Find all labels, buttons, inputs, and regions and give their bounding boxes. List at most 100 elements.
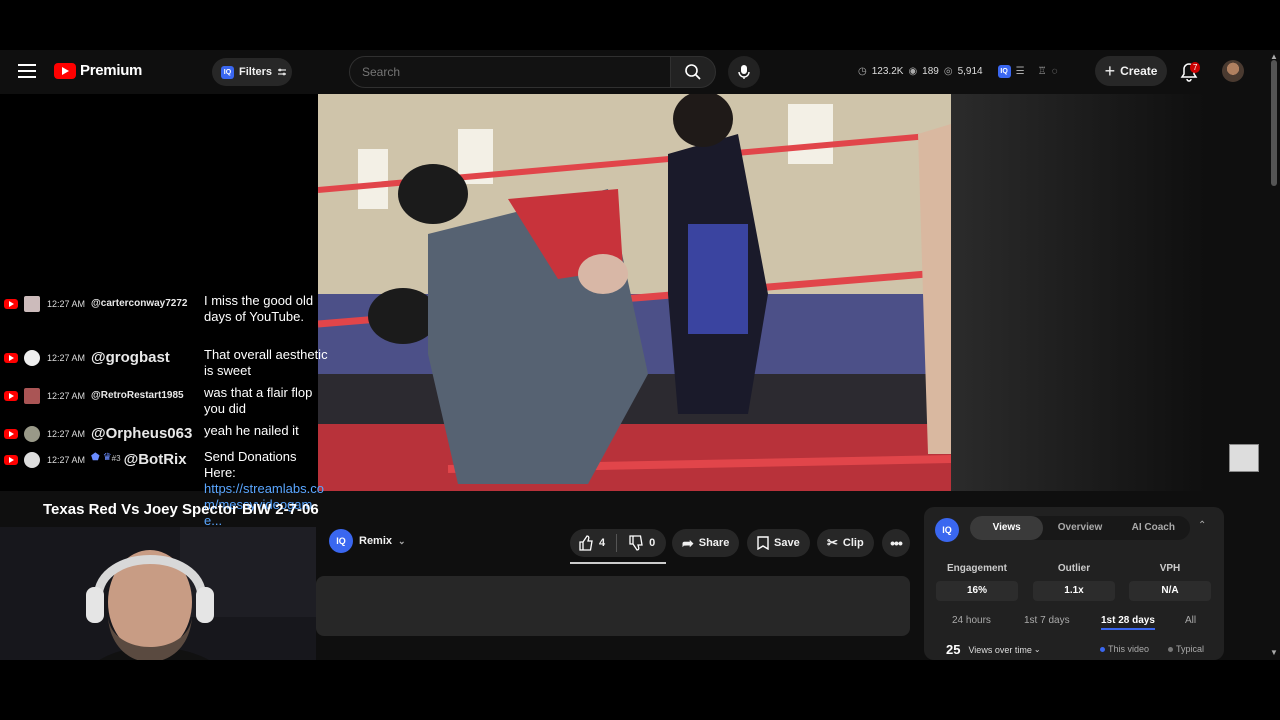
scissors-icon: ✂ [827, 535, 838, 550]
clip-button[interactable]: ✂ Clip [817, 529, 874, 557]
vidiq-panel: IQ Views Overview AI Coach ⌃ Engagement … [924, 507, 1224, 660]
save-button[interactable]: Save [747, 529, 810, 557]
share-button[interactable]: ➦ Share [672, 529, 740, 557]
metric-label-outlier: Outlier [1057, 563, 1091, 574]
sliders-icon [278, 68, 287, 76]
tab-overview[interactable]: Overview [1043, 516, 1116, 540]
iq-tabs: Views Overview AI Coach [970, 516, 1190, 540]
eye-outline-icon: ◎ [943, 66, 953, 77]
chat-time: 12:27 AM [47, 455, 86, 465]
metric-label-vph: VPH [1159, 563, 1181, 574]
legend-label: This video [1108, 644, 1150, 654]
chat-username[interactable]: @grogbast [91, 349, 170, 366]
more-icon: ••• [890, 535, 903, 551]
dislike-count: 0 [649, 537, 656, 549]
chevron-down-icon: ⌄ [398, 535, 406, 546]
chat-text-body: Send Donations Here: [204, 449, 297, 480]
filters-label: Filters [239, 66, 273, 78]
youtube-logo-icon [54, 62, 76, 79]
views-over-time: 25 Views over time ⌄ [946, 642, 1041, 657]
youtube-premium-logo[interactable]: Premium [54, 62, 142, 79]
avatar [24, 296, 40, 312]
bookmark-icon [757, 536, 769, 550]
chat-username[interactable]: @BotRix [124, 451, 187, 468]
video-title: Texas Red Vs Joey Spector BIW 2-7-06 [43, 501, 319, 518]
chat-message: 12:27 AM @RetroRestart1985 was that a fl… [0, 385, 312, 416]
chat-text: was that a flair flop you did [204, 385, 313, 416]
chat-message: 12:27 AM @carterconway7272 I miss the go… [0, 293, 313, 324]
video-scene [318, 94, 951, 491]
list-icon[interactable]: ☰ [1016, 66, 1025, 77]
chat-username[interactable]: @Orpheus063 [91, 425, 192, 442]
iq-icon: IQ [221, 65, 234, 79]
chevron-down-icon: ⌄ [1033, 645, 1041, 654]
range-24-hours[interactable]: 24 hours [952, 615, 991, 626]
range-all[interactable]: All [1185, 615, 1196, 626]
chevron-up-icon[interactable]: ⌃ [1198, 520, 1206, 531]
notification-badge: 7 [1190, 62, 1201, 73]
chat-username[interactable]: @carterconway7272 [91, 298, 187, 309]
thumbs-down-icon[interactable] [628, 535, 644, 551]
chat-message: 12:27 AM @grogbast That overall aestheti… [0, 347, 328, 378]
like-ratio-bar [570, 562, 666, 564]
description-box[interactable] [316, 576, 910, 636]
iq-extension-icon[interactable]: IQ [997, 65, 1011, 78]
like-count: 4 [599, 537, 606, 549]
views-over-time-dropdown[interactable]: Views over time [968, 645, 1031, 655]
account-avatar[interactable] [1222, 60, 1244, 82]
trophy-icon[interactable]: ♖ [1038, 66, 1047, 77]
chat-time: 12:27 AM [47, 353, 86, 363]
metric-value-engagement: 16% [936, 581, 1018, 601]
tab-views[interactable]: Views [970, 516, 1044, 540]
voice-search-button[interactable] [728, 56, 760, 88]
crown-icon: ♛ [102, 452, 112, 463]
views-count: 25 [946, 642, 961, 657]
shield-icon: ⬟ [91, 452, 100, 463]
search-input[interactable] [349, 56, 671, 88]
create-button[interactable]: + Create [1095, 56, 1167, 86]
thumbs-up-icon[interactable] [578, 535, 594, 551]
remix-label: Remix [359, 535, 393, 547]
metric-value-outlier: 1.1x [1033, 581, 1115, 601]
chat-username[interactable]: @RetroRestart1985 [91, 390, 184, 401]
more-actions-button[interactable]: ••• [882, 529, 910, 557]
legend-label: Typical [1176, 644, 1205, 654]
legend-dot-blue [1100, 646, 1105, 652]
bottom-letterbox [0, 660, 1280, 720]
youtube-icon [4, 429, 18, 439]
chat-time: 12:27 AM [47, 391, 86, 401]
youtube-icon [4, 353, 18, 363]
chat-message: 12:27 AM @Orpheus063 yeah he nailed it [0, 423, 299, 442]
top-letterbox [0, 0, 1280, 50]
brand-text: Premium [80, 62, 143, 79]
video-frame[interactable] [318, 94, 951, 491]
iq-icon: IQ [329, 529, 353, 553]
chat-text: That overall aesthetic is sweet [204, 347, 328, 378]
filters-button[interactable]: IQ Filters [212, 58, 292, 86]
chat-text: I miss the good old days of YouTube. [204, 293, 314, 324]
stat-subs: 189 [922, 66, 939, 77]
search-icon [685, 64, 701, 80]
range-first-28-days[interactable]: 1st 28 days [1101, 615, 1155, 630]
avatar [24, 350, 40, 366]
youtube-icon [4, 299, 18, 309]
scroll-down-icon[interactable]: ▼ [1270, 648, 1278, 657]
range-first-7-days[interactable]: 1st 7 days [1024, 615, 1070, 626]
tab-ai-coach[interactable]: AI Coach [1117, 516, 1190, 540]
stat-views: 123.2K [871, 66, 904, 77]
metric-value-vph: N/A [1129, 581, 1211, 601]
scroll-thumb[interactable] [1271, 60, 1277, 186]
save-label: Save [774, 537, 800, 549]
chat-icon[interactable]: ◌ [1052, 66, 1058, 77]
search-button[interactable] [670, 56, 716, 88]
chat-time: 12:27 AM [47, 299, 86, 309]
clock-icon: ◷ [858, 66, 867, 77]
page-scrollbar[interactable]: ▲ ▼ [1268, 50, 1280, 660]
divider [616, 534, 618, 552]
menu-icon[interactable] [18, 64, 36, 78]
share-icon: ➦ [682, 534, 694, 551]
video-player[interactable]: 12:27 AM @carterconway7272 I miss the go… [0, 94, 1268, 528]
miniplayer-icon[interactable] [1229, 444, 1259, 472]
remix-button[interactable]: IQ Remix ⌄ [323, 527, 412, 555]
channel-stats: ◷ 123.2K ◉ 189 ◎ 5,914 IQ ☰ ♖ ◌ [858, 65, 1058, 78]
